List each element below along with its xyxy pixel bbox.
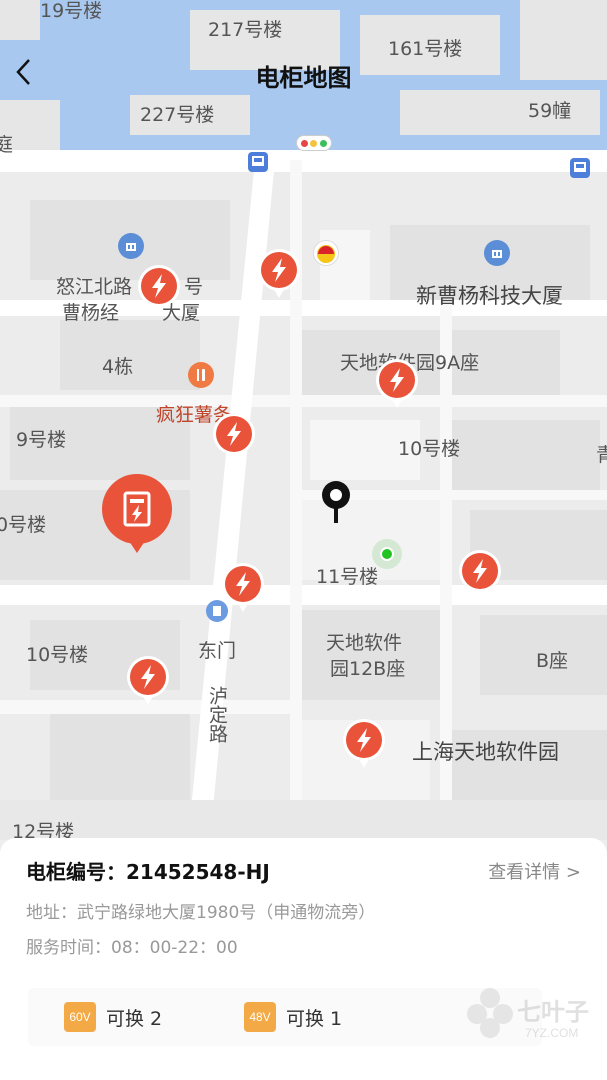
battery-station-pin[interactable] [136,264,182,316]
gas-station-icon [313,240,339,266]
battery-station-pin[interactable] [211,412,257,464]
bank-icon [118,233,144,259]
voltage-badge: 48V [244,1002,276,1032]
cabinet-address: 地址：武宁路绿地大厦1980号（申通物流旁） [26,903,376,923]
cabinet-info-panel: 电柜编号：21452548-HJ 查看详情 > 地址：武宁路绿地大厦1980号（… [0,838,607,1080]
cabinet-id-label: 电柜编号： [26,860,126,884]
cabinet-id-row: 电柜编号：21452548-HJ [26,856,270,885]
label-hao: 号 [184,276,204,298]
bank-icon [484,240,510,266]
map-base [0,0,607,840]
label-tiandi-12b-line2: 园12B座 [330,658,406,680]
label-hudinglu: 泸定路 [206,686,228,743]
label-building-10b: 10号楼 [26,644,89,666]
label-building-0: 0号楼 [0,514,47,536]
bus-stop-icon [248,152,268,172]
restaurant-icon [188,362,214,388]
battery-station-pin[interactable] [256,248,302,300]
battery-station-pin[interactable] [341,718,387,770]
nav-bar: 电柜地图 [0,48,607,98]
map-view[interactable]: 19号楼 217号楼 161号楼 227号楼 59幢 庭 怒江北路 号 曹杨经 … [0,0,607,840]
label-shanghai-tiandi: 上海天地软件园 [412,740,559,764]
label-caoyang: 曹杨经 [62,302,120,324]
label-xincaoyang: 新曹杨科技大厦 [416,284,563,308]
label-building-11: 11号楼 [316,566,379,588]
label-dongmen: 东门 [198,640,237,662]
stock-count: 可换 1 [286,1007,343,1030]
label-tiandi-12b-line1: 天地软件 [326,632,403,654]
label-building-10a: 10号楼 [398,438,461,460]
leaf-logo-icon [467,988,513,1038]
stock-count: 可换 2 [106,1007,163,1030]
battery-station-pin[interactable] [125,655,171,707]
battery-station-pin[interactable] [457,549,503,601]
label-building-227: 227号楼 [140,104,215,126]
label-building-217: 217号楼 [208,19,283,41]
stock-item-60v: 60V 可换 2 [64,1002,162,1032]
cabinet-id-value: 21452548-HJ [126,860,270,884]
selected-cabinet-marker[interactable] [101,473,173,557]
label-building-9: 9号楼 [16,429,67,451]
traffic-light-icon [296,135,332,151]
watermark-text: 七叶子 [517,998,589,1026]
label-building-59: 59幢 [528,100,572,122]
label-building-4: 4栋 [102,356,134,378]
current-location-dot [372,539,402,569]
bus-stop-icon [570,158,590,178]
label-edge-right: 青 [596,444,607,466]
view-details-link[interactable]: 查看详情 > [488,858,581,884]
page-title: 电柜地图 [255,64,352,92]
battery-station-pin[interactable] [220,562,266,614]
user-location-pin-icon [320,480,352,524]
label-edge-left: 庭 [0,134,14,156]
stock-item-48v: 48V 可换 1 [244,1002,342,1032]
battery-station-pin[interactable] [374,358,420,410]
label-building-19: 19号楼 [40,0,103,22]
voltage-badge: 60V [64,1002,96,1032]
label-building-12: 12号楼 [12,821,75,840]
watermark-sub: 7YZ.COM [525,1026,579,1040]
watermark-logo: 七叶子 7YZ.COM [465,984,595,1054]
label-b-zuo: B座 [536,650,569,672]
label-nujiang-road: 怒江北路 [56,276,133,298]
cabinet-hours: 服务时间：08：00-22：00 [26,938,238,958]
